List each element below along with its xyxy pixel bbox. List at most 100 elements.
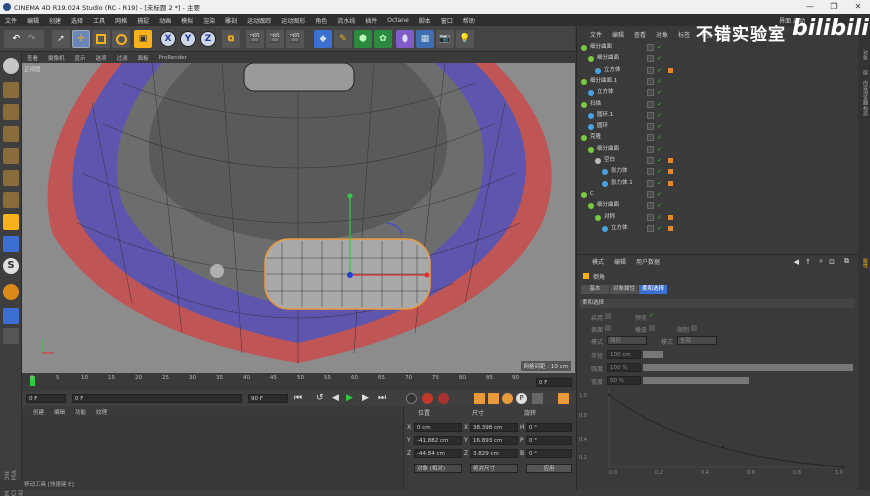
right-tab-structure[interactable]: 构造 — [859, 106, 869, 116]
form-dropdown[interactable]: 全部 — [677, 336, 717, 345]
object-row[interactable]: 细分曲面.1 ✓ — [577, 76, 859, 87]
radius-slider[interactable] — [643, 351, 663, 358]
lock-icon[interactable]: ⊡ — [829, 258, 835, 266]
3d-viewport[interactable]: 正视图 网格间距 : 10 cm — [22, 63, 575, 373]
material-menu-create[interactable]: 创建 — [28, 408, 49, 416]
object-row[interactable]: 克隆 ✓ — [577, 132, 859, 143]
z-axis-lock-button[interactable]: Z — [200, 31, 216, 47]
menu-edit[interactable]: 编辑 — [22, 16, 44, 25]
enabled-check-icon[interactable]: ✓ — [657, 99, 662, 110]
width-field[interactable]: 50 % — [607, 376, 641, 385]
menu-animate[interactable]: 动画 — [154, 16, 176, 25]
menu-snap[interactable]: 捕捉 — [132, 16, 154, 25]
timeline-ruler[interactable]: 0 5 10 15 20 25 30 35 40 45 50 55 60 65 … — [22, 373, 575, 391]
viewport-menu-filter[interactable]: 过滤 — [112, 54, 133, 62]
timeline-window-button[interactable] — [558, 393, 569, 404]
enabled-check-icon[interactable]: ✓ — [657, 76, 662, 87]
menu-pipeline[interactable]: 流水线 — [332, 16, 360, 25]
position-z-field[interactable]: -44.84 cm — [414, 449, 462, 458]
recent-tool-button[interactable]: ▣ — [134, 30, 152, 48]
menu-motion-tracking[interactable]: 运动跟踪 — [242, 16, 276, 25]
nav-back-icon[interactable]: ◀ — [794, 258, 799, 266]
visibility-toggle[interactable] — [647, 134, 654, 142]
render-view-button[interactable]: 🎬 — [246, 30, 264, 48]
viewport-menu-prorender[interactable]: ProRender — [154, 55, 192, 61]
maximize-button[interactable]: ❐ — [822, 0, 846, 14]
deformer-button[interactable]: ⬮ — [396, 30, 414, 48]
edges-mode-button[interactable] — [3, 170, 19, 186]
visibility-toggle[interactable] — [647, 89, 654, 97]
enabled-check-icon[interactable]: ✓ — [657, 155, 662, 166]
menu-mesh[interactable]: 网格 — [110, 16, 132, 25]
visibility-toggle[interactable] — [647, 44, 654, 51]
visibility-toggle[interactable] — [647, 123, 654, 131]
object-menu-file[interactable]: 文件 — [585, 30, 607, 39]
strength-slider[interactable] — [643, 364, 853, 371]
object-row[interactable]: 细分曲面 ✓ — [577, 53, 859, 64]
rotation-key-button[interactable] — [502, 393, 513, 404]
menu-select[interactable]: 选择 — [66, 16, 88, 25]
subdivision-surface-button[interactable]: ⬢ — [354, 30, 372, 48]
enabled-check-icon[interactable]: ✓ — [657, 87, 662, 98]
tag-icon[interactable] — [668, 169, 673, 175]
material-menu-edit[interactable]: 编辑 — [49, 408, 70, 416]
visibility-toggle[interactable] — [647, 213, 654, 221]
tag-icon[interactable] — [668, 67, 673, 73]
rotate-tool-button[interactable] — [112, 30, 130, 48]
width-slider[interactable] — [643, 377, 749, 384]
visibility-toggle[interactable] — [647, 66, 654, 74]
rotation-b-field[interactable]: 0 ° — [526, 449, 572, 458]
visibility-toggle[interactable] — [647, 168, 654, 176]
object-menu-object[interactable]: 对象 — [651, 30, 673, 39]
enabled-check-icon[interactable]: ✓ — [657, 132, 662, 143]
size-x-field[interactable]: 38.398 cm — [470, 423, 518, 432]
object-row[interactable]: 张力体.1 ✓ — [577, 178, 859, 189]
menu-simulate[interactable]: 模拟 — [176, 16, 198, 25]
keyframe-selection-button[interactable] — [438, 393, 449, 404]
rotation-p-field[interactable]: 0 ° — [526, 436, 572, 445]
object-row[interactable]: 细分曲面 ✓ — [577, 144, 859, 155]
light-button[interactable]: 💡 — [456, 30, 474, 48]
visibility-toggle[interactable] — [647, 100, 654, 108]
object-row[interactable]: 立方体 ✓ — [577, 223, 859, 234]
enabled-check-icon[interactable]: ✓ — [657, 42, 662, 53]
preview-range-slider[interactable]: 0 F — [72, 394, 242, 403]
tag-icon[interactable] — [668, 158, 673, 163]
object-menu-edit[interactable]: 编辑 — [607, 30, 629, 39]
enabled-check-icon[interactable]: ✓ — [657, 65, 662, 76]
rotation-h-field[interactable]: 0 ° — [526, 423, 572, 432]
autokey-button[interactable] — [422, 393, 433, 404]
render-to-picture-viewer-button[interactable]: 🎬 — [266, 30, 284, 48]
size-z-field[interactable]: 3.829 cm — [470, 449, 518, 458]
enabled-check-icon[interactable]: ✓ — [657, 144, 662, 155]
menu-file[interactable]: 文件 — [0, 16, 22, 25]
right-tab-content-browser[interactable]: 内容浏览器 — [859, 80, 869, 105]
previous-key-button[interactable]: ↺ — [316, 393, 328, 404]
menu-help[interactable]: 帮助 — [458, 16, 480, 25]
object-row[interactable]: 立方体 ✓ — [577, 87, 859, 98]
solo-button[interactable] — [3, 328, 19, 344]
enabled-check-icon[interactable]: ✓ — [657, 200, 662, 211]
mode-dropdown[interactable]: 球形 — [607, 336, 647, 345]
viewport-menu-camera[interactable]: 摄像机 — [43, 54, 70, 62]
radius-field[interactable]: 100 cm — [607, 350, 641, 359]
menu-render[interactable]: 渲染 — [198, 16, 220, 25]
menu-tools[interactable]: 工具 — [88, 16, 110, 25]
tag-icon[interactable] — [668, 225, 673, 231]
menu-script[interactable]: 脚本 — [414, 16, 436, 25]
object-row[interactable]: 扫描 ✓ — [577, 99, 859, 110]
tag-icon[interactable] — [668, 180, 673, 186]
visibility-toggle[interactable] — [647, 190, 654, 198]
snap-button[interactable]: S — [3, 258, 19, 274]
position-key-button[interactable] — [474, 393, 485, 404]
menu-mograph[interactable]: 运动图形 — [276, 16, 310, 25]
workplane-mode-button[interactable] — [3, 126, 19, 142]
visibility-toggle[interactable] — [647, 77, 654, 85]
material-menu-function[interactable]: 功能 — [70, 408, 91, 416]
tag-icon[interactable] — [668, 214, 673, 220]
texture-mode-button[interactable] — [3, 104, 19, 120]
tab-object-properties[interactable]: 对象属性 — [610, 285, 638, 294]
attribute-menu-mode[interactable]: 模式 — [587, 257, 609, 266]
object-menu-tags[interactable]: 标签 — [673, 30, 695, 39]
viewport-menu-view[interactable]: 查看 — [22, 54, 43, 62]
